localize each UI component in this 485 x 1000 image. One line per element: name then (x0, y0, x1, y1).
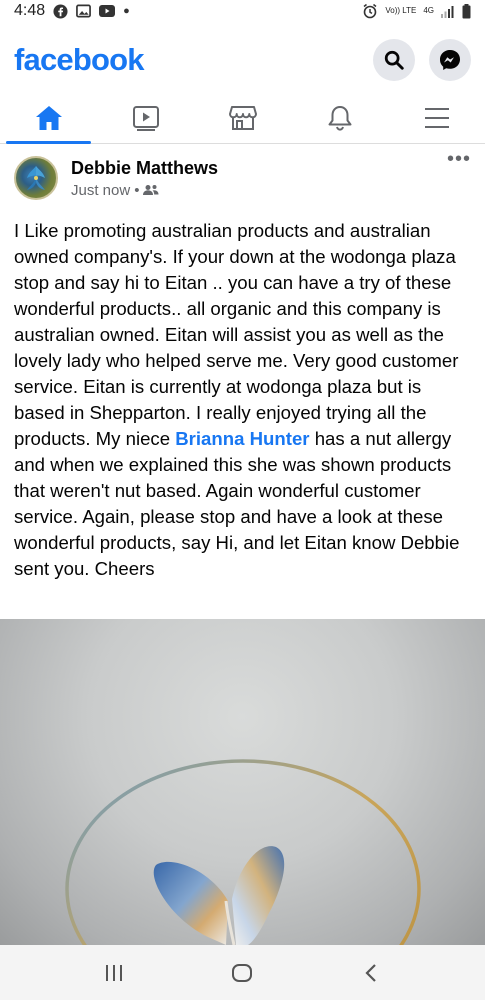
alarm-icon (362, 3, 378, 19)
mention-link[interactable]: Brianna Hunter (175, 428, 309, 449)
butterfly-left-wing (153, 861, 228, 945)
post-image[interactable] (0, 619, 485, 945)
messenger-button[interactable] (429, 39, 471, 81)
tab-menu[interactable] (388, 92, 485, 143)
post-header: Debbie Matthews Just now • ••• (14, 149, 471, 204)
home-circle-icon (232, 963, 253, 982)
system-nav-bar (0, 945, 485, 1000)
tab-marketplace[interactable] (194, 92, 291, 143)
battery-icon (462, 3, 471, 19)
messenger-icon (440, 50, 460, 70)
search-icon (384, 50, 404, 70)
post-author[interactable]: Debbie Matthews (71, 158, 218, 179)
youtube-icon (99, 5, 116, 17)
butterfly-right-wing (232, 846, 285, 945)
tab-watch[interactable] (97, 92, 194, 143)
status-time: 4:48 (14, 2, 46, 19)
tab-notifications[interactable] (291, 92, 388, 143)
back-icon (365, 963, 376, 982)
recent-apps-button[interactable] (94, 953, 134, 993)
friends-icon (143, 185, 159, 195)
post-text: I Like promoting australian products and… (14, 218, 472, 582)
meta-separator: • (134, 181, 140, 199)
signal-icon (441, 5, 455, 18)
watch-icon (132, 105, 159, 131)
recent-apps-icon (106, 964, 123, 981)
avatar[interactable] (14, 156, 58, 200)
app-header: facebook (0, 32, 485, 88)
network-type: 4G (423, 6, 434, 15)
search-button[interactable] (373, 39, 415, 81)
menu-icon (424, 107, 449, 128)
network-label: Vo)) LTE (385, 6, 417, 15)
marketplace-icon (228, 105, 257, 130)
post-more-button[interactable]: ••• (447, 149, 471, 169)
facebook-icon (53, 3, 68, 19)
gallery-icon (76, 4, 92, 18)
tab-home[interactable] (0, 92, 97, 144)
home-icon (35, 105, 62, 130)
notification-dot-icon: ● (123, 5, 130, 17)
status-bar: 4:48 ● Vo)) LTE 4G (0, 0, 485, 22)
post-time[interactable]: Just now (71, 182, 130, 199)
post-text-part1: I Like promoting australian products and… (14, 220, 459, 449)
back-button[interactable] (351, 953, 391, 993)
notifications-icon (328, 105, 351, 131)
facebook-logo[interactable]: facebook (14, 42, 145, 78)
tab-bar (0, 92, 485, 144)
home-button[interactable] (222, 953, 262, 993)
post-text-part2: has a nut allergy and when we explained … (14, 428, 460, 579)
